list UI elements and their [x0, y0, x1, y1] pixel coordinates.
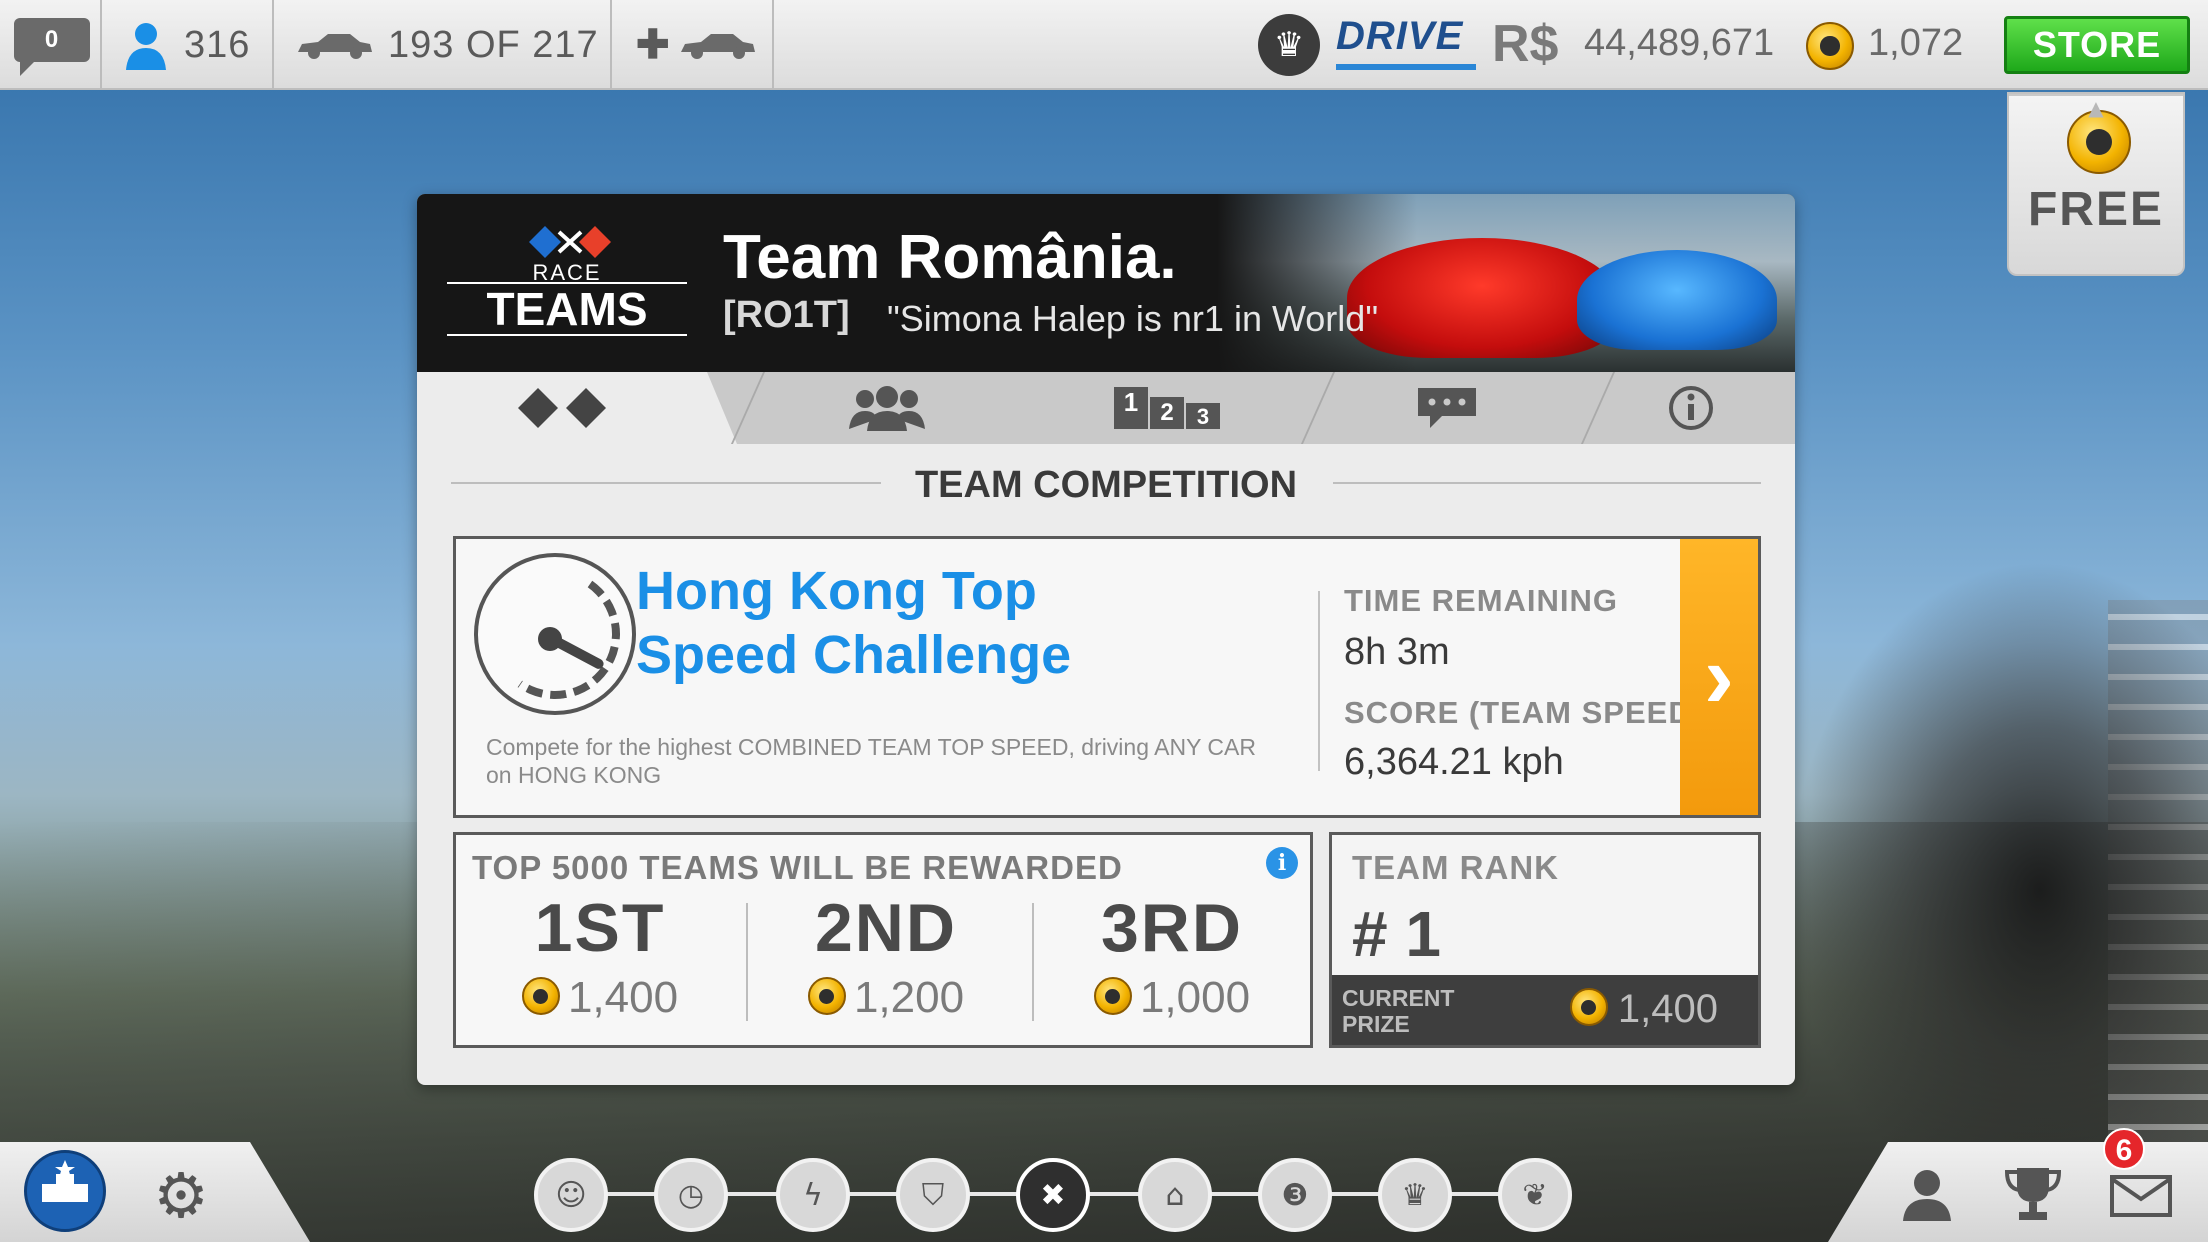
car-icon [680, 34, 755, 59]
drive-logo[interactable]: DRIVE [1336, 14, 1476, 70]
cars-owned: 193 OF 217 [388, 23, 599, 66]
info-icon[interactable]: i [1266, 847, 1298, 879]
reward-second: 2ND 1,200 [746, 889, 1026, 1023]
race-teams-panel: RACE TEAMS Team România. [RO1T] "Simona … [417, 194, 1795, 1085]
team-tabs: 1 2 3 [417, 372, 1795, 444]
event-description: Compete for the highest COMBINED TEAM TO… [486, 734, 1256, 788]
team-name: Team România. [723, 223, 1177, 292]
event-title: Hong Kong Top Speed Challenge [636, 561, 1072, 685]
tab-competition[interactable] [417, 372, 737, 444]
team-motto: "Simona Halep is nr1 in World" [887, 298, 1379, 339]
background-car [1788, 560, 2208, 1160]
gold-coin-icon [807, 977, 846, 1016]
blue-car-image [1577, 250, 1777, 350]
gold-coin-icon [1093, 977, 1132, 1016]
messages-button[interactable]: 0 [0, 0, 102, 90]
nav-laurel-trophy-icon[interactable]: ❦ [1498, 1158, 1572, 1232]
vip-crown-icon[interactable]: ♛ [1258, 14, 1320, 76]
garage-count[interactable]: 193 OF 217 [274, 0, 612, 90]
reward-amount: 1,200 [853, 973, 965, 1022]
current-prize-bar: CURRENT PRIZE 1,400 [1332, 975, 1758, 1045]
score-label: SCORE (TEAM SPEED) [1344, 695, 1704, 730]
tab-chat[interactable] [1307, 372, 1587, 444]
profile-icon[interactable] [1892, 1158, 1962, 1228]
level-display[interactable]: 316 [102, 0, 274, 90]
store-button[interactable]: STORE [2004, 16, 2190, 74]
event-divider [1318, 591, 1320, 771]
nav-team-icon[interactable]: ☺ [534, 1158, 608, 1232]
place-label: 3RD [1100, 890, 1244, 966]
leaderboard-icon: 1 2 3 [1114, 387, 1220, 429]
leaderboard-digit-2: 2 [1150, 397, 1184, 429]
tab-members[interactable] [747, 372, 1027, 444]
current-prize-value: 1,400 [1617, 987, 1718, 1031]
chevron-right-icon[interactable]: › [1680, 539, 1758, 815]
section-divider-right [1333, 482, 1761, 484]
place-label: 2ND [814, 890, 958, 966]
mail-icon[interactable] [2106, 1166, 2176, 1226]
free-label: FREE [2027, 183, 2164, 236]
info-icon [1669, 386, 1713, 430]
tab-leaderboard[interactable]: 1 2 3 [1027, 372, 1307, 444]
podium-home-button[interactable] [24, 1150, 106, 1232]
car-icon [298, 34, 372, 59]
race-flags-icon [518, 388, 606, 428]
event-card[interactable]: Hong Kong Top Speed Challenge Compete fo… [453, 536, 1761, 818]
nav-number-3-icon[interactable]: ❸ [1258, 1158, 1332, 1232]
plus-icon: ✚ [636, 23, 671, 67]
add-car-button[interactable]: ✚ [612, 0, 774, 90]
team-header: RACE TEAMS Team România. [RO1T] "Simona … [417, 194, 1795, 372]
cash-amount: 44,489,671 [1584, 22, 1775, 64]
leaderboard-digit-1: 1 [1114, 387, 1148, 429]
mail-badge: 6 [2103, 1128, 2145, 1170]
race-teams-logo-icon [529, 226, 611, 258]
top-bar: 0 316 193 OF 217 ✚ ♛ DRIVE R$ 44,489,671… [0, 0, 2208, 90]
nav-stopwatch-icon[interactable]: ◷ [654, 1158, 728, 1232]
nav-race-flags-icon[interactable]: ✖ [1016, 1158, 1090, 1232]
section-title: TEAM COMPETITION [914, 464, 1298, 506]
currency-symbol: R$ [1492, 15, 1559, 73]
driver-icon [126, 23, 166, 70]
team-tag: [RO1T] [723, 294, 850, 336]
leaderboard-digit-3: 3 [1186, 403, 1220, 429]
gold-coin-icon [1806, 22, 1854, 70]
reward-amount: 1,400 [567, 973, 679, 1022]
reward-amount: 1,000 [1139, 973, 1251, 1022]
team-rank-value: # 1 [1352, 898, 1441, 970]
gold-amount: 1,072 [1868, 22, 1964, 64]
gold-coin-icon [521, 977, 560, 1016]
nav-lightning-icon[interactable]: ϟ [776, 1158, 850, 1232]
chat-icon [1418, 388, 1476, 428]
messages-count: 0 [14, 18, 90, 76]
gear-icon[interactable]: ⚙ [146, 1159, 216, 1232]
team-rank-box: TEAM RANK # 1 CURRENT PRIZE 1,400 [1329, 832, 1761, 1048]
nav-garage-icon[interactable]: ⌂ [1138, 1158, 1212, 1232]
podium-icon [42, 1160, 88, 1202]
team-rank-label: TEAM RANK [1352, 849, 1559, 886]
trophy-icon[interactable] [1998, 1158, 2068, 1228]
nav-crown-icon[interactable]: ♛ [1378, 1158, 1452, 1232]
place-label: 1ST [534, 890, 666, 966]
members-icon [849, 386, 925, 431]
rewards-title: TOP 5000 TEAMS WILL BE REWARDED [472, 849, 1123, 886]
speedometer-icon [474, 553, 636, 715]
rewards-box: TOP 5000 TEAMS WILL BE REWARDED i 1ST 1,… [453, 832, 1313, 1048]
reward-first: 1ST 1,400 [460, 889, 740, 1023]
level-value: 316 [184, 23, 251, 66]
time-remaining-value: 8h 3m [1344, 631, 1450, 673]
reward-third: 3RD 1,000 [1032, 889, 1312, 1023]
current-prize-label: CURRENT PRIZE [1342, 985, 1455, 1037]
time-remaining-label: TIME REMAINING [1344, 583, 1619, 618]
logo-teams-text: TEAMS [447, 282, 687, 336]
gold-coin-icon [1569, 988, 1608, 1027]
free-gold-offer[interactable]: FREE ▲ [2007, 92, 2185, 276]
tab-info[interactable] [1587, 372, 1795, 444]
nav-shield-icon[interactable]: ⛉ [896, 1158, 970, 1232]
score-value: 6,364.21 kph [1344, 741, 1564, 783]
collapse-tab[interactable]: ▲ [2009, 94, 2183, 120]
